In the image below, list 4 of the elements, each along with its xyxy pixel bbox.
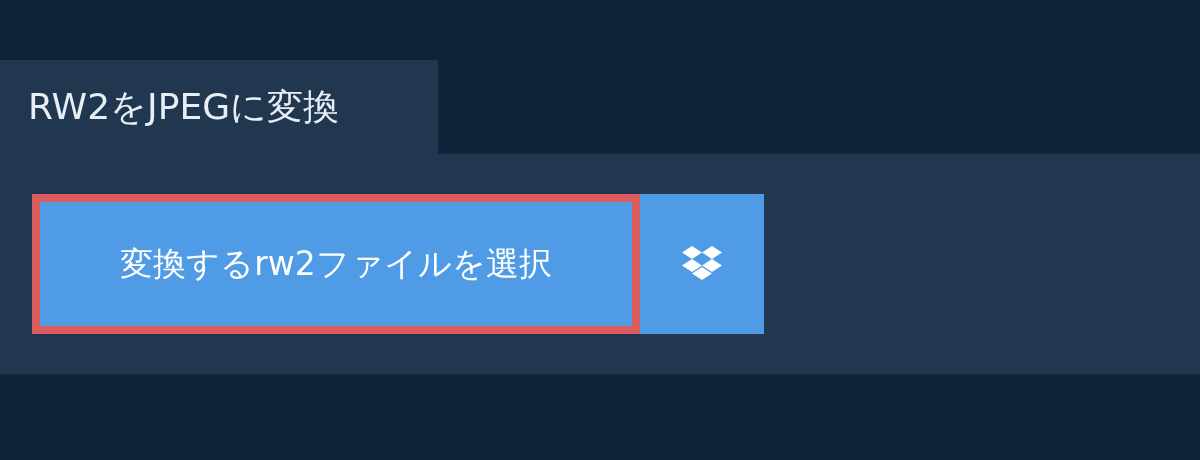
box-icon	[681, 246, 723, 282]
page-title: RW2をJPEGに変換	[28, 84, 340, 129]
choose-file-button[interactable]: 変換するrw2ファイルを選択	[32, 194, 640, 334]
dropbox-button[interactable]	[640, 194, 764, 334]
